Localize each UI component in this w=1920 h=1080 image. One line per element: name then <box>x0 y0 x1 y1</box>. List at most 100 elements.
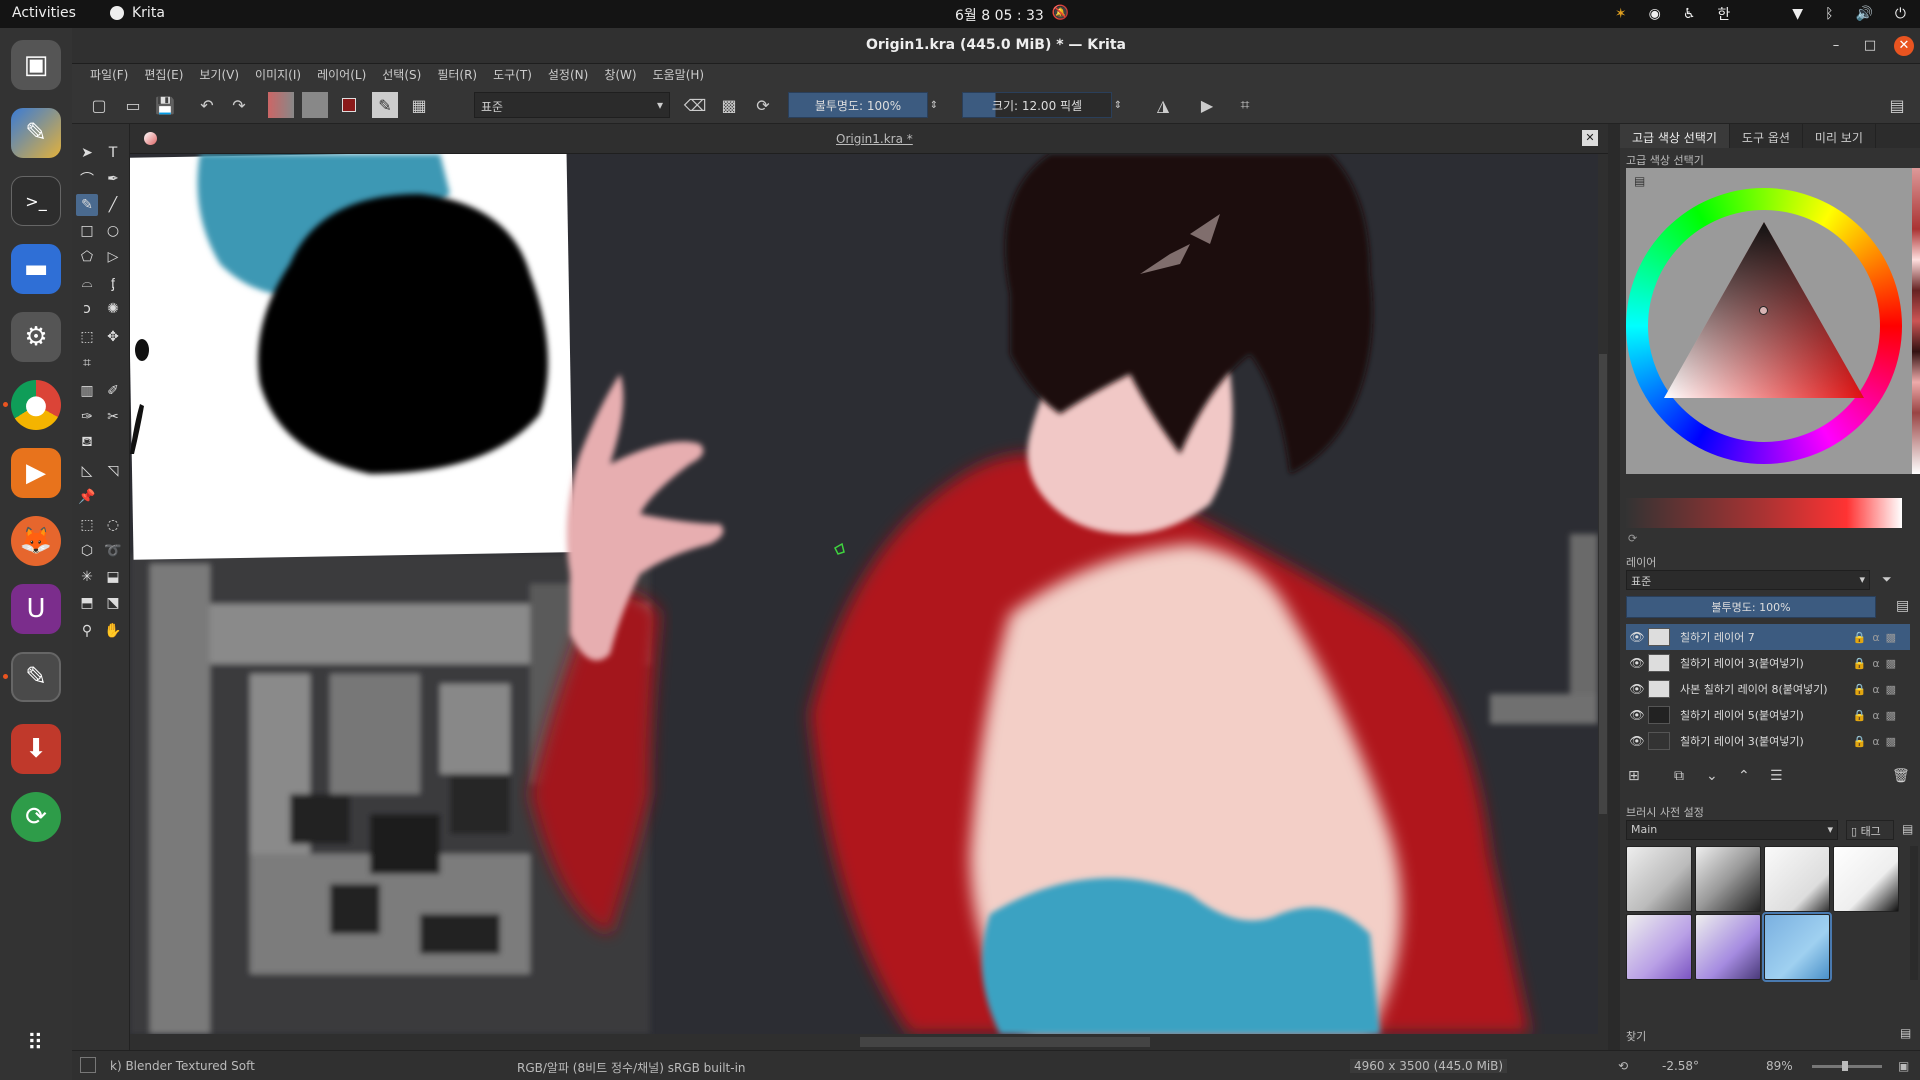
layer-row[interactable]: 👁 칠하기 레이어 5(붙여넣기) 🔒α▩ <box>1626 702 1910 728</box>
clock[interactable]: 6월 8 05 : 33 🔕 <box>955 5 1069 25</box>
fox-app-icon[interactable]: 🦊 <box>11 516 61 566</box>
calligraphy-icon[interactable]: ✒ <box>102 168 124 190</box>
delete-layer-icon[interactable]: 🗑 <box>1892 768 1910 784</box>
close-document-icon[interactable]: ✕ <box>1582 130 1598 146</box>
brush-preset-purple-brush[interactable] <box>1626 914 1692 980</box>
dynamic-brush-icon[interactable]: ↄ <box>76 298 98 320</box>
reference-pin-icon[interactable]: 📌 <box>76 486 98 508</box>
add-layer-icon[interactable]: ⊞ <box>1628 768 1640 784</box>
brush-opacity-slider[interactable]: 불투명도: 100% <box>788 92 928 118</box>
menu-filter[interactable]: 필터(R) <box>429 64 485 84</box>
lock-alpha-icons[interactable]: 🔒α▩ <box>1853 683 1902 696</box>
freehand-path-icon[interactable]: ᶂ <box>102 272 124 294</box>
settings-icon[interactable]: ⚙ <box>11 312 61 362</box>
tab-overview[interactable]: 미리 보기 <box>1803 124 1876 148</box>
freehand-brush-icon[interactable]: ✎ <box>76 194 98 216</box>
terminal-icon[interactable]: >_ <box>11 176 61 226</box>
eye-icon[interactable]: 👁 <box>1626 734 1648 748</box>
lock-alpha-icons[interactable]: 🔒α▩ <box>1853 631 1902 644</box>
menu-select[interactable]: 선택(S) <box>374 64 429 84</box>
layer-row[interactable]: 👁 칠하기 레이어 3(붙여넣기) 🔒α▩ <box>1626 650 1910 676</box>
layer-properties-icon[interactable]: ▤ <box>1896 598 1909 614</box>
wrap-around-icon[interactable]: ⟳ <box>750 92 776 118</box>
vertical-scrollbar[interactable] <box>1598 154 1608 1034</box>
brush-preset-icon[interactable]: ✎ <box>372 92 398 118</box>
gradient-tool-icon[interactable]: ▥ <box>76 380 98 402</box>
tag-button[interactable]: ▯ 태그 <box>1846 820 1894 840</box>
input-method-indicator[interactable]: 한 <box>1717 4 1730 24</box>
menu-file[interactable]: 파일(F) <box>82 64 136 84</box>
layer-row[interactable]: 👁 칠하기 레이어 3(붙여넣기) 🔒α▩ <box>1626 728 1910 754</box>
volume-icon[interactable]: 🔊 <box>1855 6 1872 22</box>
brush-scrollbar[interactable] <box>1910 846 1918 980</box>
assistant-tool-icon[interactable]: ✂ <box>102 406 124 428</box>
color-picker-icon[interactable]: ✐ <box>102 380 124 402</box>
bezier-tool-icon[interactable]: ⌓ <box>76 272 98 294</box>
steam-tray-icon[interactable]: ◉ <box>1649 6 1661 22</box>
document-tab-title[interactable]: Origin1.kra * <box>836 132 913 146</box>
rotation-value[interactable]: -2.58° <box>1662 1059 1699 1073</box>
zoom-value[interactable]: 89% <box>1766 1059 1793 1073</box>
gradient-selector[interactable] <box>268 92 294 118</box>
layer-row[interactable]: 👁 칠하기 레이어 7 🔒α▩ <box>1626 624 1910 650</box>
polyline-tool-icon[interactable]: ▷ <box>102 246 124 268</box>
krita-running-icon[interactable]: ✎ <box>11 652 61 702</box>
vertical-scroll-thumb[interactable] <box>1599 354 1607 814</box>
menu-window[interactable]: 창(W) <box>596 64 644 84</box>
horizontal-scroll-thumb[interactable] <box>860 1037 1150 1047</box>
redo-icon[interactable]: ↷ <box>226 92 252 118</box>
brush-preset-blender-soft[interactable] <box>1762 912 1832 982</box>
unity-hub-icon[interactable]: U <box>11 584 61 634</box>
eye-icon[interactable]: 👁 <box>1626 656 1648 670</box>
open-folder-icon[interactable]: ▭ <box>120 92 146 118</box>
docker-toggle-icon[interactable]: ▤ <box>1884 92 1910 118</box>
move-layer-up-icon[interactable]: ⌃ <box>1738 768 1750 784</box>
media-player-icon[interactable]: ▶ <box>11 448 61 498</box>
opacity-stepper-icon[interactable]: ⇕ <box>928 92 940 118</box>
show-apps-icon[interactable]: ⠿ <box>11 1018 61 1068</box>
painting-canvas[interactable] <box>130 154 1598 1034</box>
pan-tool-icon[interactable]: ✋ <box>102 620 124 642</box>
perspective-tool-icon[interactable]: ◹ <box>102 460 124 482</box>
size-stepper-icon[interactable]: ⇕ <box>1112 92 1124 118</box>
menu-settings[interactable]: 설정(N) <box>540 64 596 84</box>
brush-preset-eraser[interactable] <box>1626 846 1692 912</box>
menu-layer[interactable]: 레이어(L) <box>309 64 374 84</box>
preserve-alpha-icon[interactable]: ▩ <box>716 92 742 118</box>
eye-icon[interactable]: 👁 <box>1626 708 1648 722</box>
color-picker-tray-icon[interactable]: ✶ <box>1615 6 1627 22</box>
lock-alpha-icons[interactable]: 🔒α▩ <box>1853 735 1902 748</box>
lock-alpha-icons[interactable]: 🔒α▩ <box>1853 709 1902 722</box>
brush-preset-ink-pen[interactable] <box>1695 846 1761 912</box>
zoom-fit-icon[interactable]: ▣ <box>1898 1059 1909 1073</box>
eraser-mode-icon[interactable]: ⌫ <box>682 92 708 118</box>
rect-select-icon[interactable]: ⬚ <box>76 514 98 536</box>
layer-row[interactable]: 👁 사본 칠하기 레이어 8(붙여넣기) 🔒α▩ <box>1626 676 1910 702</box>
select-shapes-icon[interactable]: ➤ <box>76 142 98 164</box>
brush-preset-bristle-brush[interactable] <box>1695 914 1761 980</box>
brush-preset-round-brush[interactable] <box>1833 846 1899 912</box>
mirror-horizontal-icon[interactable]: ◮ <box>1150 92 1176 118</box>
color-picker-handle[interactable] <box>1759 306 1768 315</box>
brush-size-slider[interactable]: 크기: 12.00 픽셀 <box>962 92 1112 118</box>
pattern-selector[interactable] <box>302 92 328 118</box>
layer-blend-mode-select[interactable]: 표준 ▾ <box>1626 570 1870 590</box>
eye-icon[interactable]: 👁 <box>1626 630 1648 644</box>
magnetic-select-icon[interactable]: ⬔ <box>102 592 124 614</box>
bezier-select-icon[interactable]: ⬒ <box>76 592 98 614</box>
zoom-slider-handle[interactable] <box>1842 1061 1848 1071</box>
undo-icon[interactable]: ↶ <box>194 92 220 118</box>
bluetooth-icon[interactable]: ᛒ <box>1825 6 1833 22</box>
menu-help[interactable]: 도움말(H) <box>645 64 713 84</box>
similar-select-icon[interactable]: ⬓ <box>102 566 124 588</box>
rotate-icon[interactable]: ⟲ <box>1618 1059 1628 1073</box>
color-shade-bars[interactable] <box>1626 498 1902 528</box>
menu-image[interactable]: 이미지(I) <box>247 64 309 84</box>
move-tool-icon[interactable]: ✥ <box>102 326 124 348</box>
brush-group-select[interactable]: Main ▾ <box>1626 820 1838 840</box>
krita-dock-icon[interactable]: ✎ <box>11 108 61 158</box>
save-icon[interactable]: 💾 <box>152 92 178 118</box>
tab-tool-options[interactable]: 도구 옵션 <box>1730 124 1803 148</box>
edit-shapes-icon[interactable]: ⌒ <box>76 168 98 190</box>
brush-preset-pencil[interactable] <box>1764 846 1830 912</box>
